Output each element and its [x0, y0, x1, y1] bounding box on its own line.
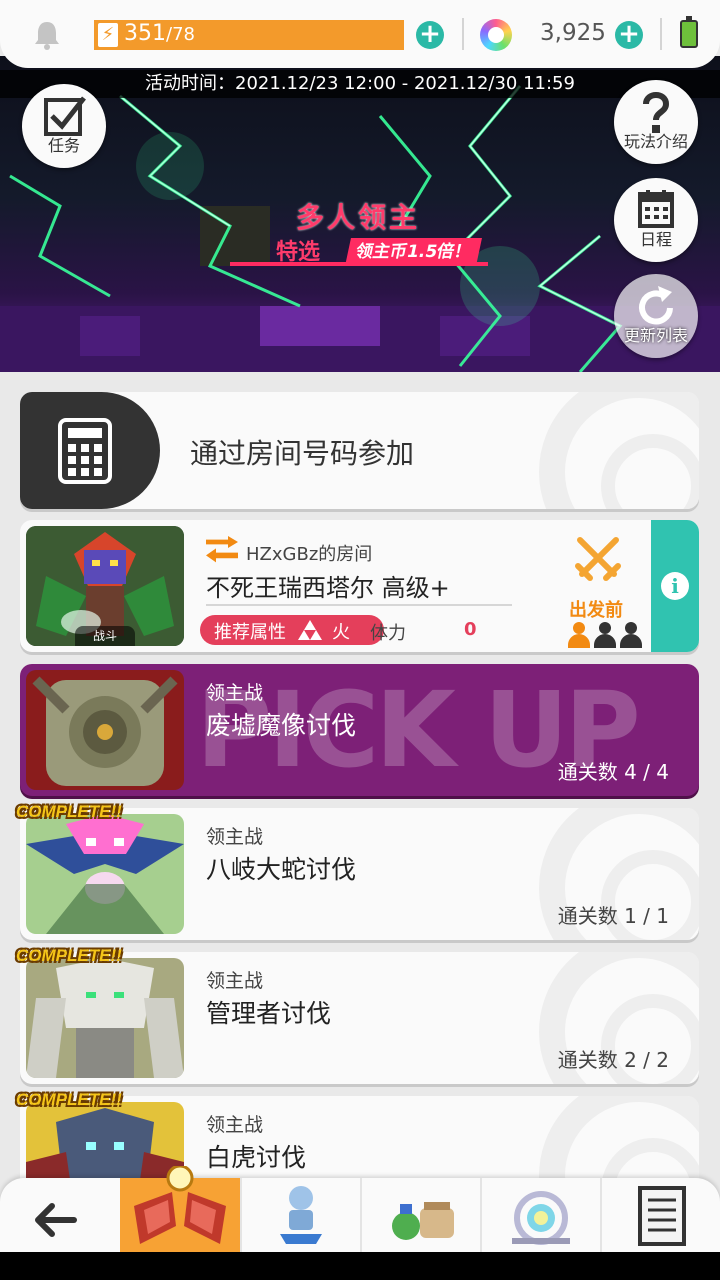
room-boss-name: 不死王瑞西塔尔 高级+	[206, 574, 450, 602]
character-icon	[280, 1186, 322, 1244]
divider	[206, 604, 512, 606]
banner-featured: 特选	[276, 240, 321, 265]
boss-card[interactable]: 领主战 八岐大蛇讨伐 通关数 1 / 1	[20, 808, 699, 940]
clear-count: 通关数 1 / 1	[557, 904, 669, 928]
add-gem-button[interactable]: +	[615, 21, 643, 49]
swap-arrows-icon	[206, 536, 238, 563]
join-by-room-number-button[interactable]: 通过房间号码参加	[20, 392, 699, 509]
calculator-keys	[68, 444, 102, 476]
back-button[interactable]	[12, 1188, 104, 1252]
event-time: 活动时间：2021.12/23 12:00 - 2021.12/30 11:59	[0, 70, 720, 98]
stamina-cost: 0	[464, 619, 477, 640]
stamina-label: 体力	[370, 623, 406, 644]
divider	[462, 18, 464, 50]
battery-icon	[680, 16, 698, 48]
crossed-swords-icon	[575, 537, 621, 581]
boss-thumbnail	[26, 670, 184, 790]
room-name: HZxGBz的房间	[246, 544, 373, 565]
banner-tag: 特选 领主币1.5倍！	[230, 234, 488, 268]
gem-count: 3,925	[540, 20, 606, 46]
player-slot-empty-icon	[594, 622, 616, 648]
emblem-watermark	[539, 392, 699, 509]
mission-label: 任务	[47, 136, 80, 155]
boss-type: 领主战	[206, 970, 264, 992]
attribute-label: 推荐属性	[214, 622, 286, 643]
stamina-bar: ⚡ 351/78	[94, 20, 404, 50]
tab-character[interactable]	[240, 1178, 358, 1252]
boss-thumbnail	[26, 814, 184, 934]
complete-badge: COMPLETE!!	[16, 1090, 122, 1109]
complete-badge: COMPLETE!!	[16, 802, 122, 821]
boss-type: 领主战	[206, 1114, 264, 1136]
stamina-value: 351/78	[124, 21, 195, 46]
status-label: 出发前	[569, 600, 623, 621]
guide-label: 玩法介绍	[623, 132, 688, 151]
boss-thumbnail	[26, 958, 184, 1078]
bell-icon[interactable]	[30, 18, 64, 52]
room-info-button[interactable]: i	[651, 520, 699, 652]
boss-type: 领主战	[206, 826, 264, 848]
player-slots	[568, 622, 648, 648]
items-icon	[392, 1202, 454, 1240]
tab-items[interactable]	[360, 1178, 478, 1252]
back-arrow-icon	[35, 1203, 77, 1237]
calculator-icon	[58, 418, 112, 484]
stamina-max: /78	[166, 24, 195, 45]
join-icon-panel	[20, 392, 160, 509]
list-icon	[638, 1186, 686, 1246]
mission-button[interactable]: 任务	[22, 84, 106, 168]
gem-icon	[480, 19, 512, 51]
boss-card[interactable]: 领主战 管理者讨伐 通关数 2 / 2	[20, 952, 699, 1084]
schedule-label: 日程	[639, 230, 672, 249]
tab-boss-battle[interactable]	[120, 1166, 240, 1252]
top-status-bar: ⚡ 351/78 + 3,925 +	[0, 0, 720, 68]
add-stamina-button[interactable]: +	[416, 21, 444, 49]
player-slot-empty-icon	[620, 622, 642, 648]
recommended-attribute: 推荐属性 火	[200, 615, 384, 645]
info-icon: i	[661, 572, 689, 600]
boss-type: 领主战	[206, 682, 264, 704]
banner-bonus: 领主币1.5倍！	[345, 238, 483, 266]
calculator-screen	[68, 428, 102, 438]
battle-tag: 战斗	[75, 626, 135, 646]
event-banner: 活动时间：2021.12/23 12:00 - 2021.12/30 11:59…	[0, 56, 720, 372]
app-screen: ⚡ 351/78 + 3,925 + 活动时间：2021.12/23 12:00…	[0, 0, 720, 1280]
boss-battle-icon	[134, 1166, 226, 1244]
administrator-sprite	[26, 958, 184, 1078]
player-slot-filled-icon	[568, 622, 590, 648]
join-label: 通过房间号码参加	[190, 437, 415, 470]
clear-count: 通关数 2 / 2	[557, 1048, 669, 1072]
room-status: 出发前	[546, 530, 648, 648]
room-card[interactable]: 战斗 HZxGBz的房间 不死王瑞西塔尔 高级+ 推荐属性 火 体力 0 出发前…	[20, 520, 699, 652]
boss-name: 废墟魔像讨伐	[206, 711, 357, 740]
guide-button[interactable]: 玩法介绍	[614, 80, 698, 164]
lightning-icon: ⚡	[98, 23, 118, 47]
tab-list[interactable]	[600, 1178, 720, 1252]
yamata-orochi-sprite	[26, 814, 184, 934]
boss-name: 管理者讨伐	[206, 999, 332, 1028]
refresh-list-button[interactable]: 更新列表	[614, 274, 698, 358]
refresh-label: 更新列表	[623, 326, 688, 345]
system-navigation-bar	[0, 1252, 720, 1280]
banner-title: 多人领主	[296, 201, 421, 234]
bottom-navigation	[0, 1166, 720, 1252]
stamina-current: 351	[124, 21, 166, 46]
fire-element-icon	[298, 620, 322, 640]
summon-icon	[512, 1191, 570, 1245]
schedule-button[interactable]: 日程	[614, 178, 698, 262]
ruin-golem-sprite	[26, 670, 184, 790]
clear-count: 通关数 4 / 4	[557, 760, 669, 784]
boss-card[interactable]: PICK UP 领主战 废墟魔像讨伐 通关数 4 / 4	[20, 664, 699, 796]
tab-summon[interactable]	[480, 1178, 598, 1252]
attribute-value: 火	[332, 622, 350, 643]
boss-name: 八岐大蛇讨伐	[206, 855, 357, 884]
divider	[660, 18, 662, 50]
complete-badge: COMPLETE!!	[16, 946, 122, 965]
boss-thumbnail: 战斗	[26, 526, 184, 646]
